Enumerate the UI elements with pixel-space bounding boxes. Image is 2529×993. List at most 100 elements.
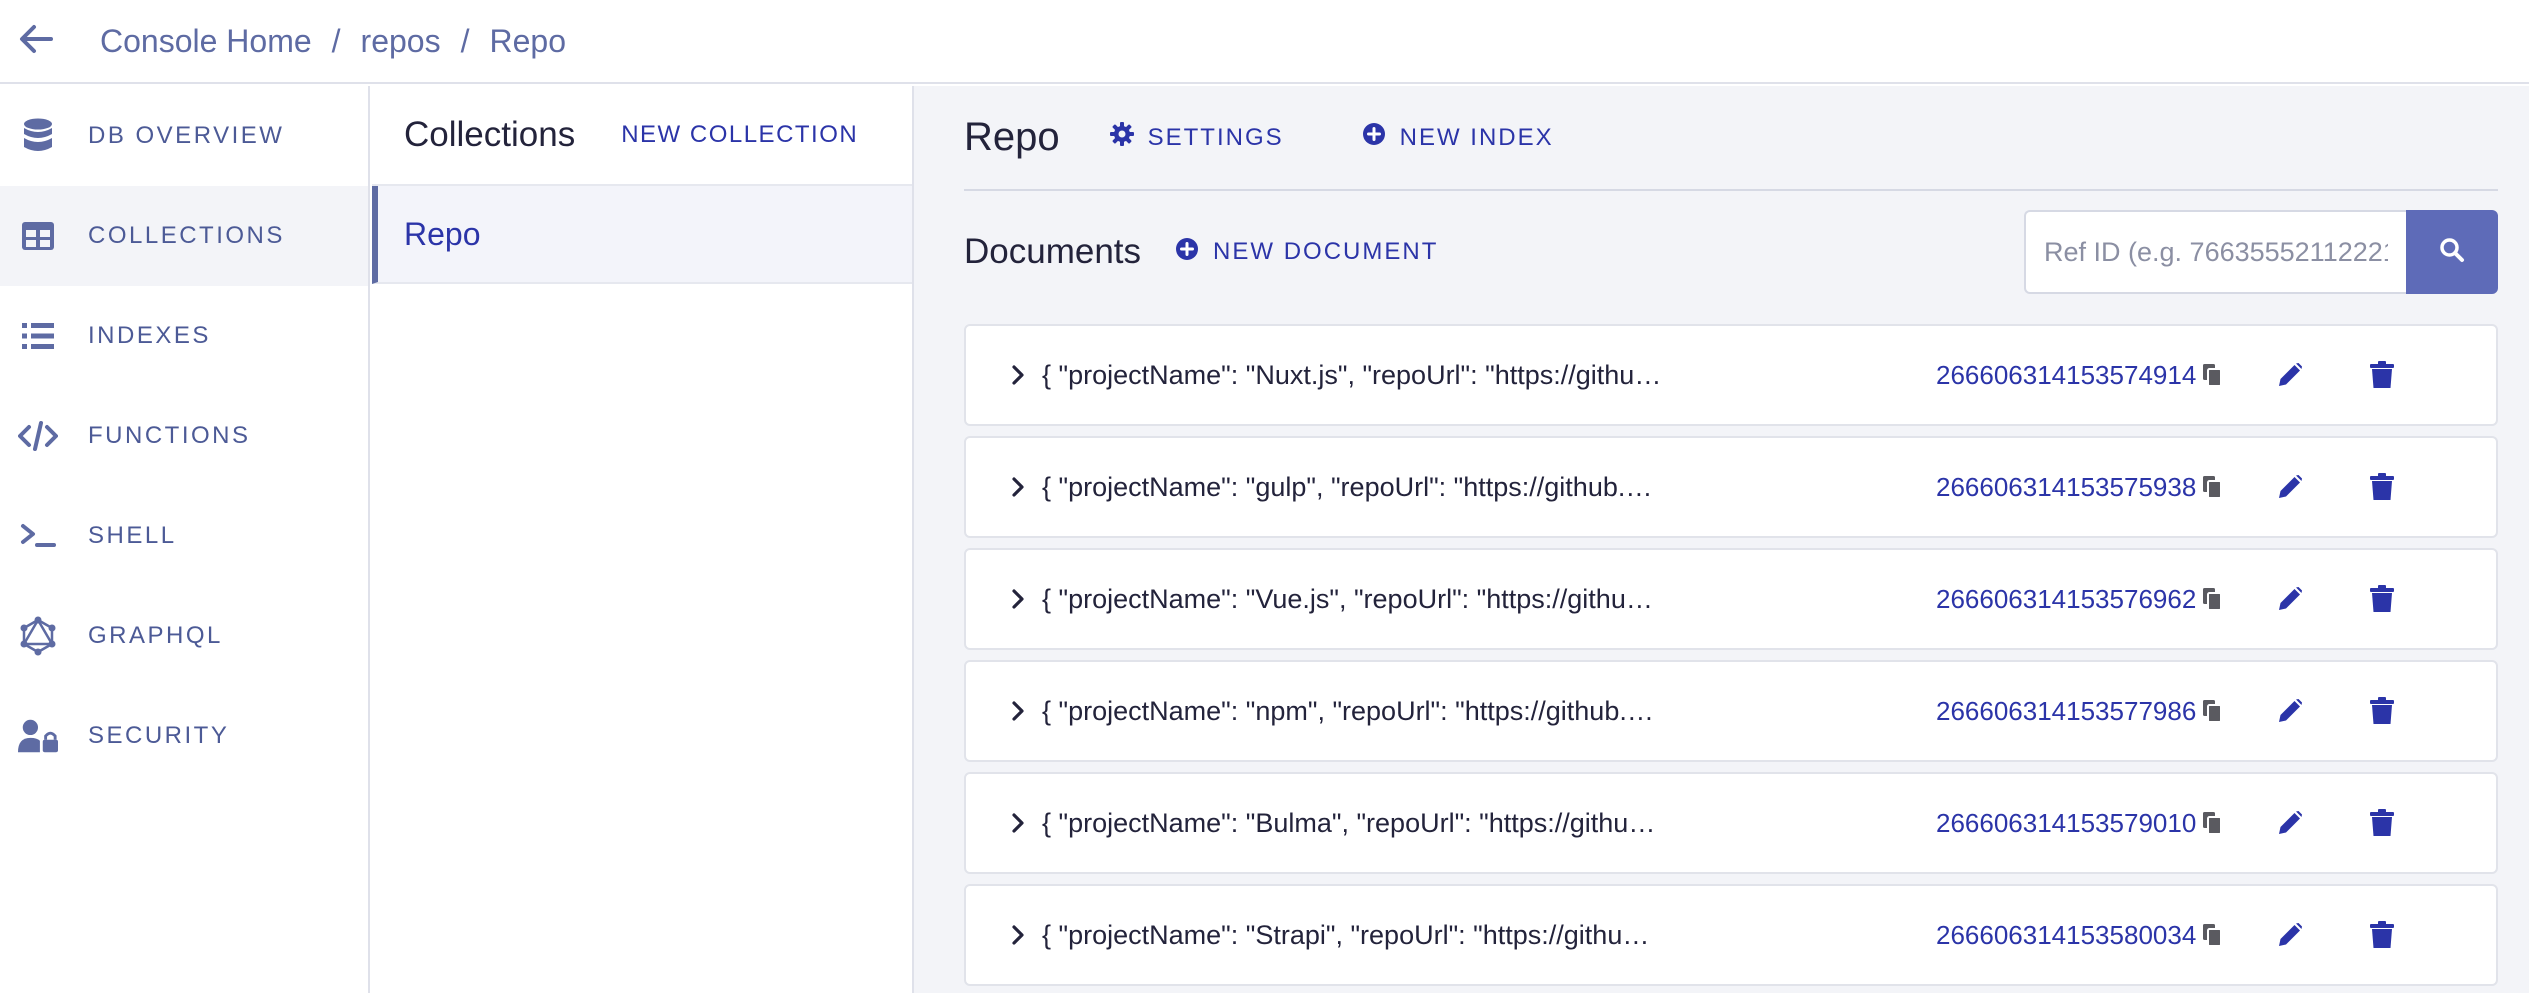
pencil-icon bbox=[2279, 811, 2302, 834]
chevron-right-icon bbox=[1012, 365, 1024, 385]
document-ref-id[interactable]: 266606314153576962 bbox=[1936, 584, 2196, 615]
collections-title: Collections bbox=[404, 115, 576, 154]
new-collection-button[interactable]: NEW COLLECTION bbox=[621, 121, 858, 149]
edit-button[interactable] bbox=[2268, 465, 2312, 509]
sidebar-item-label: GRAPHQL bbox=[88, 622, 223, 649]
main-content: Repo SETTINGS NEW INDEX Documents NEW DO… bbox=[914, 86, 2529, 993]
sidebar-item-graphql[interactable]: GRAPHQL bbox=[0, 586, 368, 686]
delete-button[interactable] bbox=[2360, 689, 2404, 733]
expand-button[interactable] bbox=[998, 915, 1038, 955]
copy-icon bbox=[2203, 588, 2222, 611]
arrow-left-icon bbox=[19, 24, 53, 59]
pencil-icon bbox=[2279, 699, 2302, 722]
copy-button[interactable] bbox=[2190, 465, 2234, 509]
new-index-label: NEW INDEX bbox=[1399, 123, 1554, 151]
document-ref-id[interactable]: 266606314153577986 bbox=[1936, 696, 2196, 727]
document-ref-id[interactable]: 266606314153574914 bbox=[1936, 360, 2196, 391]
code-icon bbox=[18, 416, 58, 456]
chevron-right-icon bbox=[1012, 701, 1024, 721]
sidebar-item-indexes[interactable]: INDEXES bbox=[0, 286, 368, 386]
copy-icon bbox=[2203, 364, 2222, 387]
delete-button[interactable] bbox=[2360, 801, 2404, 845]
document-preview: { "projectName": "npm", "repoUrl": "http… bbox=[1042, 695, 1662, 726]
settings-label: SETTINGS bbox=[1147, 123, 1284, 151]
document-list: { "projectName": "Nuxt.js", "repoUrl": "… bbox=[964, 324, 2498, 993]
expand-button[interactable] bbox=[998, 803, 1038, 843]
new-index-button[interactable]: NEW INDEX bbox=[1362, 122, 1554, 153]
edit-button[interactable] bbox=[2268, 353, 2312, 397]
expand-button[interactable] bbox=[998, 467, 1038, 507]
copy-icon bbox=[2203, 700, 2222, 723]
edit-button[interactable] bbox=[2268, 913, 2312, 957]
edit-button[interactable] bbox=[2268, 801, 2312, 845]
pencil-icon bbox=[2279, 923, 2302, 946]
plus-circle-icon bbox=[1175, 237, 1199, 268]
copy-button[interactable] bbox=[2190, 801, 2234, 845]
trash-icon bbox=[2370, 361, 2394, 388]
trash-icon bbox=[2370, 585, 2394, 612]
delete-button[interactable] bbox=[2360, 465, 2404, 509]
document-row: { "projectName": "gulp", "repoUrl": "htt… bbox=[964, 436, 2498, 538]
copy-button[interactable] bbox=[2190, 689, 2234, 733]
document-preview: { "projectName": "gulp", "repoUrl": "htt… bbox=[1042, 471, 1662, 502]
document-row: { "projectName": "Nuxt.js", "repoUrl": "… bbox=[964, 324, 2498, 426]
document-row: { "projectName": "npm", "repoUrl": "http… bbox=[964, 660, 2498, 762]
delete-button[interactable] bbox=[2360, 913, 2404, 957]
document-preview: { "projectName": "Bulma", "repoUrl": "ht… bbox=[1042, 807, 1662, 838]
edit-button[interactable] bbox=[2268, 689, 2312, 733]
sidebar-item-label: INDEXES bbox=[88, 322, 211, 349]
gear-icon bbox=[1109, 122, 1134, 153]
document-row: { "projectName": "Strapi", "repoUrl": "h… bbox=[964, 884, 2498, 986]
pencil-icon bbox=[2279, 475, 2302, 498]
edit-button[interactable] bbox=[2268, 577, 2312, 621]
plus-circle-icon bbox=[1362, 122, 1386, 153]
expand-button[interactable] bbox=[998, 691, 1038, 731]
document-ref-id[interactable]: 266606314153575938 bbox=[1936, 472, 2196, 503]
settings-button[interactable]: SETTINGS bbox=[1109, 122, 1284, 153]
sidebar-item-label: FUNCTIONS bbox=[88, 422, 251, 449]
back-button[interactable] bbox=[0, 0, 72, 83]
document-preview: { "projectName": "Vue.js", "repoUrl": "h… bbox=[1042, 583, 1662, 614]
expand-button[interactable] bbox=[998, 355, 1038, 395]
sidebar-item-security[interactable]: SECURITY bbox=[0, 686, 368, 786]
delete-button[interactable] bbox=[2360, 353, 2404, 397]
sidebar-item-collections[interactable]: COLLECTIONS bbox=[0, 186, 368, 286]
chevron-right-icon bbox=[1012, 477, 1024, 497]
sidebar-item-label: DB OVERVIEW bbox=[88, 122, 285, 149]
breadcrumb-console-home[interactable]: Console Home bbox=[100, 23, 312, 60]
copy-icon bbox=[2203, 476, 2222, 499]
expand-button[interactable] bbox=[998, 579, 1038, 619]
terminal-icon bbox=[18, 516, 58, 556]
trash-icon bbox=[2370, 921, 2394, 948]
breadcrumb: Console Home / repos / Repo bbox=[100, 23, 566, 60]
delete-button[interactable] bbox=[2360, 577, 2404, 621]
user-lock-icon bbox=[18, 716, 58, 756]
sidebar-item-db-overview[interactable]: DB OVERVIEW bbox=[0, 86, 368, 186]
ref-id-search-input[interactable] bbox=[2024, 210, 2406, 294]
collection-item-repo[interactable]: Repo bbox=[372, 186, 912, 284]
document-ref-id[interactable]: 266606314153580034 bbox=[1936, 920, 2196, 951]
top-bar: Console Home / repos / Repo bbox=[0, 0, 2529, 84]
copy-icon bbox=[2203, 812, 2222, 835]
breadcrumb-separator: / bbox=[331, 22, 341, 59]
document-preview: { "projectName": "Strapi", "repoUrl": "h… bbox=[1042, 919, 1662, 950]
sidebar-item-shell[interactable]: SHELL bbox=[0, 486, 368, 586]
documents-header: Documents NEW DOCUMENT bbox=[964, 210, 2498, 294]
copy-button[interactable] bbox=[2190, 577, 2234, 621]
breadcrumb-repos[interactable]: repos bbox=[361, 23, 441, 60]
documents-title: Documents bbox=[964, 232, 1142, 271]
breadcrumb-separator: / bbox=[460, 22, 470, 59]
new-document-button[interactable]: NEW DOCUMENT bbox=[1175, 237, 1438, 268]
collections-panel: Collections NEW COLLECTION Repo bbox=[372, 86, 914, 993]
copy-button[interactable] bbox=[2190, 913, 2234, 957]
copy-button[interactable] bbox=[2190, 353, 2234, 397]
search-button[interactable] bbox=[2406, 210, 2498, 294]
document-row: { "projectName": "Vue.js", "repoUrl": "h… bbox=[964, 548, 2498, 650]
breadcrumb-repo[interactable]: Repo bbox=[489, 23, 566, 60]
sidebar-item-functions[interactable]: FUNCTIONS bbox=[0, 386, 368, 486]
copy-icon bbox=[2203, 924, 2222, 947]
sidebar-item-label: COLLECTIONS bbox=[88, 222, 285, 249]
page-title: Repo bbox=[964, 115, 1060, 159]
document-ref-id[interactable]: 266606314153579010 bbox=[1936, 808, 2196, 839]
list-icon bbox=[18, 316, 58, 356]
